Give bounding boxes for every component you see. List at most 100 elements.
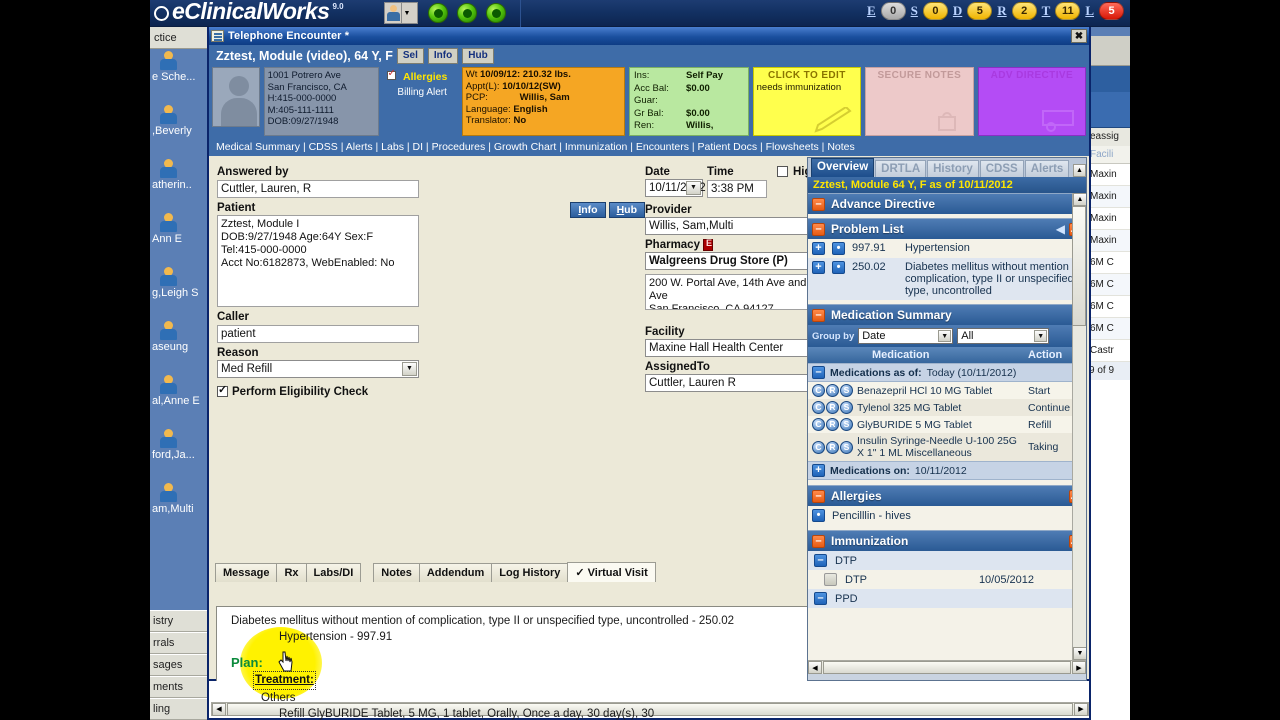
table-row[interactable]: 6M C: [1088, 318, 1130, 340]
secure-notes-card[interactable]: SECURE NOTES: [865, 67, 974, 136]
allergies-label[interactable]: Allergies: [403, 71, 447, 83]
patient-lookup-button[interactable]: ▼: [384, 2, 418, 24]
medications-on-row[interactable]: + Medications on: 10/11/2012: [808, 461, 1086, 480]
list-item[interactable]: aseung: [150, 321, 212, 375]
collapse-icon[interactable]: –: [814, 554, 827, 567]
table-row[interactable]: Maxin: [1088, 186, 1130, 208]
medication-badges[interactable]: CRS: [812, 418, 853, 431]
arrow-left-icon[interactable]: ◀: [1056, 222, 1065, 236]
collapse-icon[interactable]: –: [812, 489, 825, 503]
medication-row[interactable]: C R S GlyBURIDE 5 MG Tablet Refill: [808, 416, 1086, 433]
click-to-edit-note[interactable]: CLICK TO EDIT needs immunization: [752, 67, 862, 136]
badge-r-icon[interactable]: R: [826, 401, 839, 414]
billing-alert-label[interactable]: Billing Alert: [387, 87, 458, 98]
advance-directive-section-header[interactable]: – Advance Directive: [808, 193, 1086, 214]
patient-link-immunization[interactable]: Immunization: [565, 141, 627, 153]
counter-value-t[interactable]: 11: [1055, 2, 1081, 20]
collapse-icon[interactable]: –: [812, 308, 825, 322]
patient-tag-info[interactable]: Info: [427, 48, 459, 64]
medication-row[interactable]: C R S Tylenol 325 MG Tablet Continue: [808, 399, 1086, 416]
high-priority-checkbox[interactable]: [777, 166, 788, 177]
list-item[interactable]: Ann E: [150, 213, 212, 267]
counter-letter-r[interactable]: R: [997, 3, 1006, 19]
patient-link-di[interactable]: DI: [413, 141, 424, 153]
patient-link-growth-chart[interactable]: Growth Chart: [494, 141, 556, 153]
tab-rx[interactable]: Rx: [276, 562, 307, 582]
dialog-titlebar[interactable]: Telephone Encounter * ✖: [209, 27, 1089, 45]
counter-group[interactable]: E 0 S 0 D 5 R 2 T 11 L 5: [867, 2, 1124, 20]
chevron-down-icon[interactable]: ▼: [938, 330, 952, 342]
immunization-row[interactable]: DTP 10/05/2012: [808, 570, 1086, 589]
tab-labs-di[interactable]: Labs/DI: [305, 562, 362, 582]
table-row[interactable]: Maxin: [1088, 230, 1130, 252]
nav-item[interactable]: ments: [150, 676, 212, 698]
counter-letter-e[interactable]: E: [867, 3, 876, 19]
chevron-down-icon[interactable]: ▼: [402, 361, 417, 376]
counter-value-d[interactable]: 5: [967, 2, 993, 20]
adv-directive-card[interactable]: ADV DIRECTIVE: [977, 67, 1087, 136]
medication-filter-select[interactable]: All ▼: [957, 328, 1050, 344]
overview-tabs[interactable]: Overview DRTLA History CDSS Alerts ▲: [808, 158, 1086, 177]
bg-left-provider-list[interactable]: e Sche... ,Beverly atherin.. Ann E g,Leigh S…: [150, 49, 212, 644]
table-row[interactable]: Castr: [1088, 340, 1130, 362]
immunization-row[interactable]: – DTP: [808, 551, 1086, 570]
patient-details-textarea[interactable]: Zztest, Module I DOB:9/27/1948 Age:64Y S…: [217, 214, 419, 307]
status-light-1[interactable]: [428, 3, 448, 23]
badge-r-icon[interactable]: R: [826, 384, 839, 397]
counter-value-s[interactable]: 0: [922, 2, 948, 20]
counter-letter-s[interactable]: S: [911, 3, 918, 19]
list-item[interactable]: e Sche...: [150, 51, 212, 105]
allergy-row[interactable]: • Pencilllin - hives: [808, 506, 1086, 525]
badge-r-icon[interactable]: R: [826, 440, 839, 454]
table-row[interactable]: Maxin: [1088, 208, 1130, 230]
patient-link-procedures[interactable]: Procedures: [432, 141, 486, 153]
tab-addendum[interactable]: Addendum: [418, 562, 493, 582]
close-icon[interactable]: ✖: [1071, 29, 1087, 43]
list-item[interactable]: al,Anne E: [150, 375, 212, 429]
list-item[interactable]: ,Beverly: [150, 105, 212, 159]
table-row[interactable]: 6M C: [1088, 252, 1130, 274]
scroll-up-icon[interactable]: ▲: [1073, 193, 1086, 206]
patient-link-medical-summary[interactable]: Medical Summary: [216, 141, 300, 153]
answered-by-input[interactable]: [217, 179, 419, 198]
list-item[interactable]: am,Multi: [150, 483, 212, 537]
chevron-down-icon[interactable]: ▼: [686, 180, 701, 195]
counter-value-e[interactable]: 0: [880, 2, 906, 20]
patient-link-labs[interactable]: Labs: [381, 141, 404, 153]
patient-link-cdss[interactable]: CDSS: [309, 141, 338, 153]
counter-value-l[interactable]: 5: [1099, 2, 1124, 20]
patient-link-encounters[interactable]: Encounters: [636, 141, 689, 153]
allergy-alert-card[interactable]: Allergies Billing Alert: [383, 67, 458, 136]
caller-input[interactable]: [217, 324, 419, 343]
badge-s-icon[interactable]: S: [840, 440, 853, 454]
counter-letter-t[interactable]: T: [1042, 3, 1051, 19]
chevron-down-icon[interactable]: ▼: [401, 3, 412, 23]
tab-virtual-visit[interactable]: ✓ Virtual Visit: [567, 561, 656, 582]
scroll-thumb[interactable]: [1072, 206, 1086, 326]
patient-buttons[interactable]: IInfonfo Hub: [570, 201, 645, 218]
problem-row[interactable]: + • 250.02 Diabetes mellitus without mentio…: [808, 258, 1086, 300]
patient-tag-sel[interactable]: Sel: [396, 48, 424, 64]
nav-item[interactable]: sages: [150, 654, 212, 676]
eligibility-checkbox[interactable]: [217, 383, 228, 397]
chevron-down-icon[interactable]: ▼: [1034, 330, 1048, 342]
collapse-icon[interactable]: –: [812, 366, 825, 379]
overview-tab-overview[interactable]: Overview: [811, 158, 875, 177]
medication-row[interactable]: C R S Benazepril HCl 10 MG Tablet Start: [808, 382, 1086, 399]
immunization-section-header[interactable]: – Immunization …: [808, 530, 1086, 551]
tab-notes[interactable]: Notes: [373, 562, 420, 582]
badge-s-icon[interactable]: S: [840, 384, 853, 397]
table-row[interactable]: Maxin: [1088, 164, 1130, 186]
collapse-icon[interactable]: –: [812, 222, 825, 236]
badge-c-icon[interactable]: C: [812, 418, 825, 431]
overview-tab-history[interactable]: History: [927, 160, 979, 177]
counter-letter-l[interactable]: L: [1085, 3, 1094, 19]
list-item[interactable]: atherin..: [150, 159, 212, 213]
table-row[interactable]: 6M C: [1088, 296, 1130, 318]
badge-r-icon[interactable]: R: [826, 418, 839, 431]
badge-c-icon[interactable]: C: [812, 401, 825, 414]
expand-icon[interactable]: +: [812, 242, 825, 255]
status-light-2[interactable]: [457, 3, 477, 23]
time-input[interactable]: [707, 179, 767, 198]
patient-tag-hub[interactable]: Hub: [462, 48, 494, 64]
